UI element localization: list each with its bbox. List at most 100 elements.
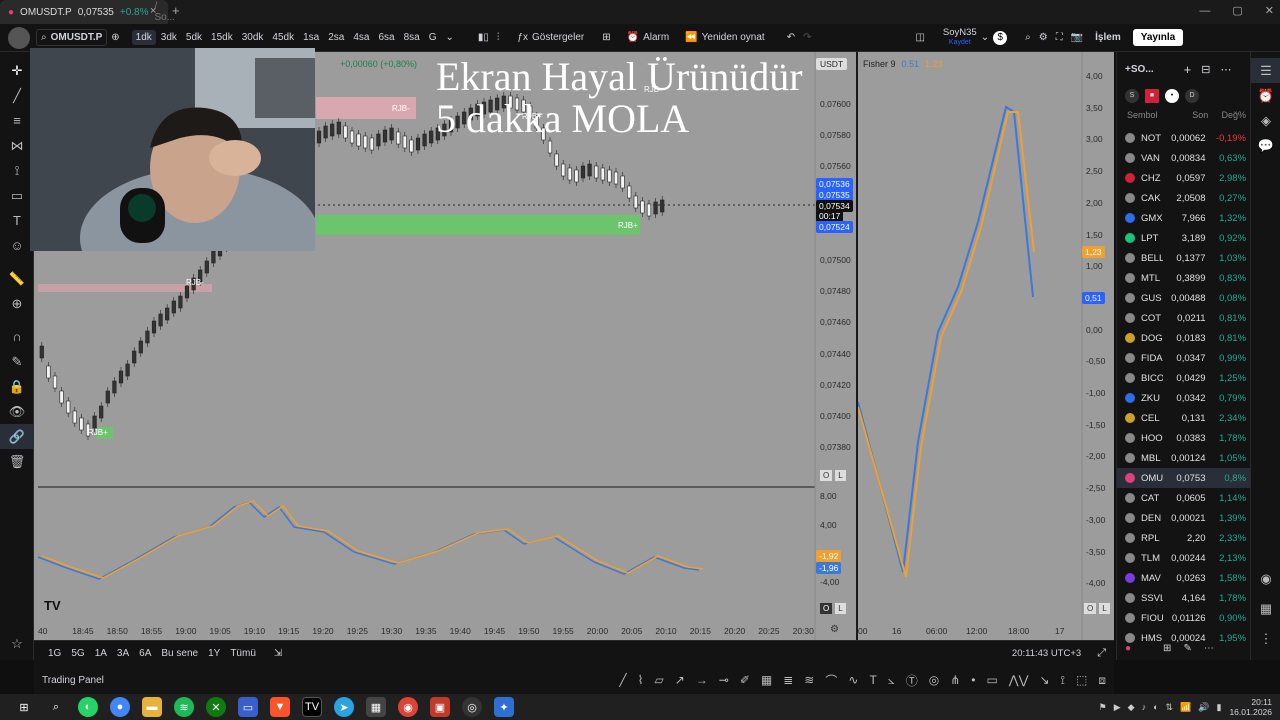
calendar-icon[interactable]: ▦ — [1251, 596, 1280, 621]
interval-button[interactable]: 2sa — [324, 30, 348, 45]
watchlist-row[interactable]: BELL 0,1377 1,03% — [1117, 248, 1250, 268]
spotify-icon[interactable]: ≋ — [174, 697, 194, 717]
tray-icon[interactable]: ♪ — [1142, 702, 1147, 712]
pane-button-l[interactable]: L — [1099, 603, 1110, 614]
trendline-icon[interactable]: ╱ — [0, 83, 34, 108]
comment-icon[interactable]: ▭ — [986, 673, 997, 687]
pencil-lock-icon[interactable]: ✎ — [0, 349, 34, 374]
interval-dropdown-icon[interactable]: ⌄ — [442, 30, 458, 45]
close-tab-icon[interactable]: × — [150, 5, 156, 17]
fisher-legend[interactable]: Fisher 9 0.51 1.23 — [863, 59, 943, 69]
watchlist-row[interactable]: VAN 0,00834 0,63% — [1117, 148, 1250, 168]
watchlist-row[interactable]: SSVL 4,164 1,78% — [1117, 588, 1250, 608]
watchlist-row[interactable]: CAT 0,0605 1,14% — [1117, 488, 1250, 508]
polyline-tool-icon[interactable]: ⌇ — [638, 673, 644, 687]
indicators-button[interactable]: ƒx Göstergeler — [513, 30, 588, 45]
pane-button-l[interactable]: L — [835, 603, 846, 614]
pane-button-l[interactable]: L — [835, 470, 846, 481]
range-button[interactable]: 1G — [44, 646, 65, 661]
watchlist-row[interactable]: DEN 0,00021 1,39% — [1117, 508, 1250, 528]
watchlist-row[interactable]: TLM 0,00244 2,13% — [1117, 548, 1250, 568]
chrome-profile-icon[interactable]: ● — [110, 697, 130, 717]
watchlist-row[interactable]: ZKU 0,0342 0,79% — [1117, 388, 1250, 408]
channel-tool-icon[interactable]: ≣ — [783, 673, 793, 687]
forecast-tool-icon[interactable]: ⟟ — [1061, 673, 1065, 688]
telegram-icon[interactable]: ➤ — [334, 697, 354, 717]
whatsapp-icon[interactable]: ◐ — [78, 697, 98, 717]
watchlist-row[interactable]: FIOU 0,01126 0,90% — [1117, 608, 1250, 628]
interval-button[interactable]: 30dk — [238, 30, 268, 45]
replay-button[interactable]: ⏪ Yeniden oynat — [681, 30, 768, 45]
pane-button-o[interactable]: O — [1084, 603, 1097, 614]
callout-tool-icon[interactable]: ▱ — [654, 673, 663, 687]
range-button[interactable]: 3A — [113, 646, 133, 661]
pane-button-o[interactable]: O — [820, 470, 833, 481]
clock[interactable]: 20:11:43 UTC+3 — [1012, 648, 1081, 659]
minimize-icon[interactable]: — — [1199, 5, 1210, 17]
circle-tool-icon[interactable]: ◎ — [929, 673, 939, 687]
watchlist-row[interactable]: MBL 0,00124 1,05% — [1117, 448, 1250, 468]
forecast-icon[interactable]: ⟟ — [0, 158, 34, 183]
fib-icon[interactable]: ≡ — [0, 108, 34, 133]
watchlist-row[interactable]: CHZ 0,0597 2,98% — [1117, 168, 1250, 188]
snapshot-icon[interactable]: 📷 — [1067, 30, 1087, 45]
watchlist-row[interactable]: CAK 2,0508 0,27% — [1117, 188, 1250, 208]
ray-tool-icon[interactable]: ⊸ — [719, 673, 729, 687]
publish-button[interactable]: Yayınla — [1132, 29, 1184, 46]
arc-tool-icon[interactable]: ⌒ — [825, 672, 837, 689]
watchlist-row[interactable]: DOG 0,0183 0,81% — [1117, 328, 1250, 348]
fisher-canvas[interactable] — [857, 52, 1114, 640]
brave-icon[interactable]: ▼ — [270, 697, 290, 717]
interval-button[interactable]: 6sa — [374, 30, 398, 45]
arrow-tool-icon[interactable]: ↘ — [1039, 673, 1049, 687]
pitchfork-icon[interactable]: ⋔ — [950, 673, 960, 687]
line-tool-icon[interactable]: ╱ — [619, 673, 626, 687]
network-app-icon[interactable]: ✦ — [494, 697, 514, 717]
fib-channel-icon[interactable]: ≋ — [804, 673, 814, 687]
layout-name-button[interactable]: SoyN35 Kaydet — [943, 27, 977, 48]
wifi-icon[interactable]: 📶 — [1180, 702, 1191, 713]
interval-button[interactable]: 8sa — [400, 30, 424, 45]
pane-button-o[interactable]: O — [820, 603, 833, 614]
range-button[interactable]: 1Y — [204, 646, 224, 661]
dot-tool-icon[interactable]: • — [971, 673, 975, 687]
tray-icon[interactable]: ▶ — [1114, 702, 1121, 713]
interval-button[interactable]: 1sa — [299, 30, 323, 45]
alarm-button[interactable]: ⏰ Alarm — [623, 30, 674, 45]
zoom-icon[interactable]: ⊕ — [0, 291, 34, 316]
settings-icon[interactable]: ⚙ — [1035, 30, 1052, 45]
interval-button[interactable]: 4sa — [349, 30, 373, 45]
screen-icon[interactable]: ▭ — [238, 697, 258, 717]
candle-type-icon[interactable]: ▮▯ — [474, 30, 493, 45]
watchlist-row[interactable]: OMU 0,0753 0,8% — [1117, 468, 1250, 488]
footer-logo-icon[interactable]: ● — [1125, 643, 1131, 654]
maximize-icon[interactable]: ▢ — [1232, 4, 1242, 17]
tray-icon[interactable]: ⇅ — [1166, 702, 1174, 713]
layers-icon[interactable]: ◈ — [1251, 108, 1280, 133]
date-range-icon[interactable]: ⇲ — [270, 646, 286, 661]
range-button[interactable]: Bu sene — [157, 646, 202, 661]
trade-button[interactable]: İşlem — [1091, 30, 1125, 45]
panel-toggle-icon[interactable]: ◫ — [911, 30, 928, 45]
filter-d-icon[interactable]: D — [1185, 89, 1199, 103]
column-change[interactable]: Değ% — [1208, 110, 1246, 120]
volume-icon[interactable]: 🔊 — [1198, 702, 1209, 713]
watchlist-row[interactable]: MTL 0,3899 0,83% — [1117, 268, 1250, 288]
tray-icon[interactable]: ◆ — [1128, 702, 1135, 713]
favorites-icon[interactable]: ☆ — [0, 631, 34, 656]
calculator-icon[interactable]: ▦ — [366, 697, 386, 717]
watchlist-row[interactable]: BICO 0,0429 1,25% — [1117, 368, 1250, 388]
hline-tool-icon[interactable]: → — [696, 673, 708, 687]
help-icon[interactable]: ⋮ — [1251, 626, 1280, 651]
window-close-icon[interactable]: ✕ — [1265, 4, 1274, 17]
watchlist-row[interactable]: MAV 0,0263 1,58% — [1117, 568, 1250, 588]
filter-flag-icon[interactable]: ■ — [1145, 89, 1159, 103]
interval-button[interactable]: 1dk — [131, 30, 156, 45]
fisher-chart[interactable]: Fisher 9 0.51 1.23 O L — [856, 52, 1114, 640]
text-tool-icon[interactable]: T — [869, 673, 876, 687]
brush-tool-icon[interactable]: ✐ — [740, 673, 750, 687]
battery-icon[interactable]: ▮ — [1217, 702, 1222, 713]
ruler-icon[interactable]: 📏 — [0, 266, 34, 291]
grid-tool-icon[interactable]: ▦ — [761, 673, 772, 687]
crosshair-icon[interactable]: ✛ — [0, 58, 34, 83]
